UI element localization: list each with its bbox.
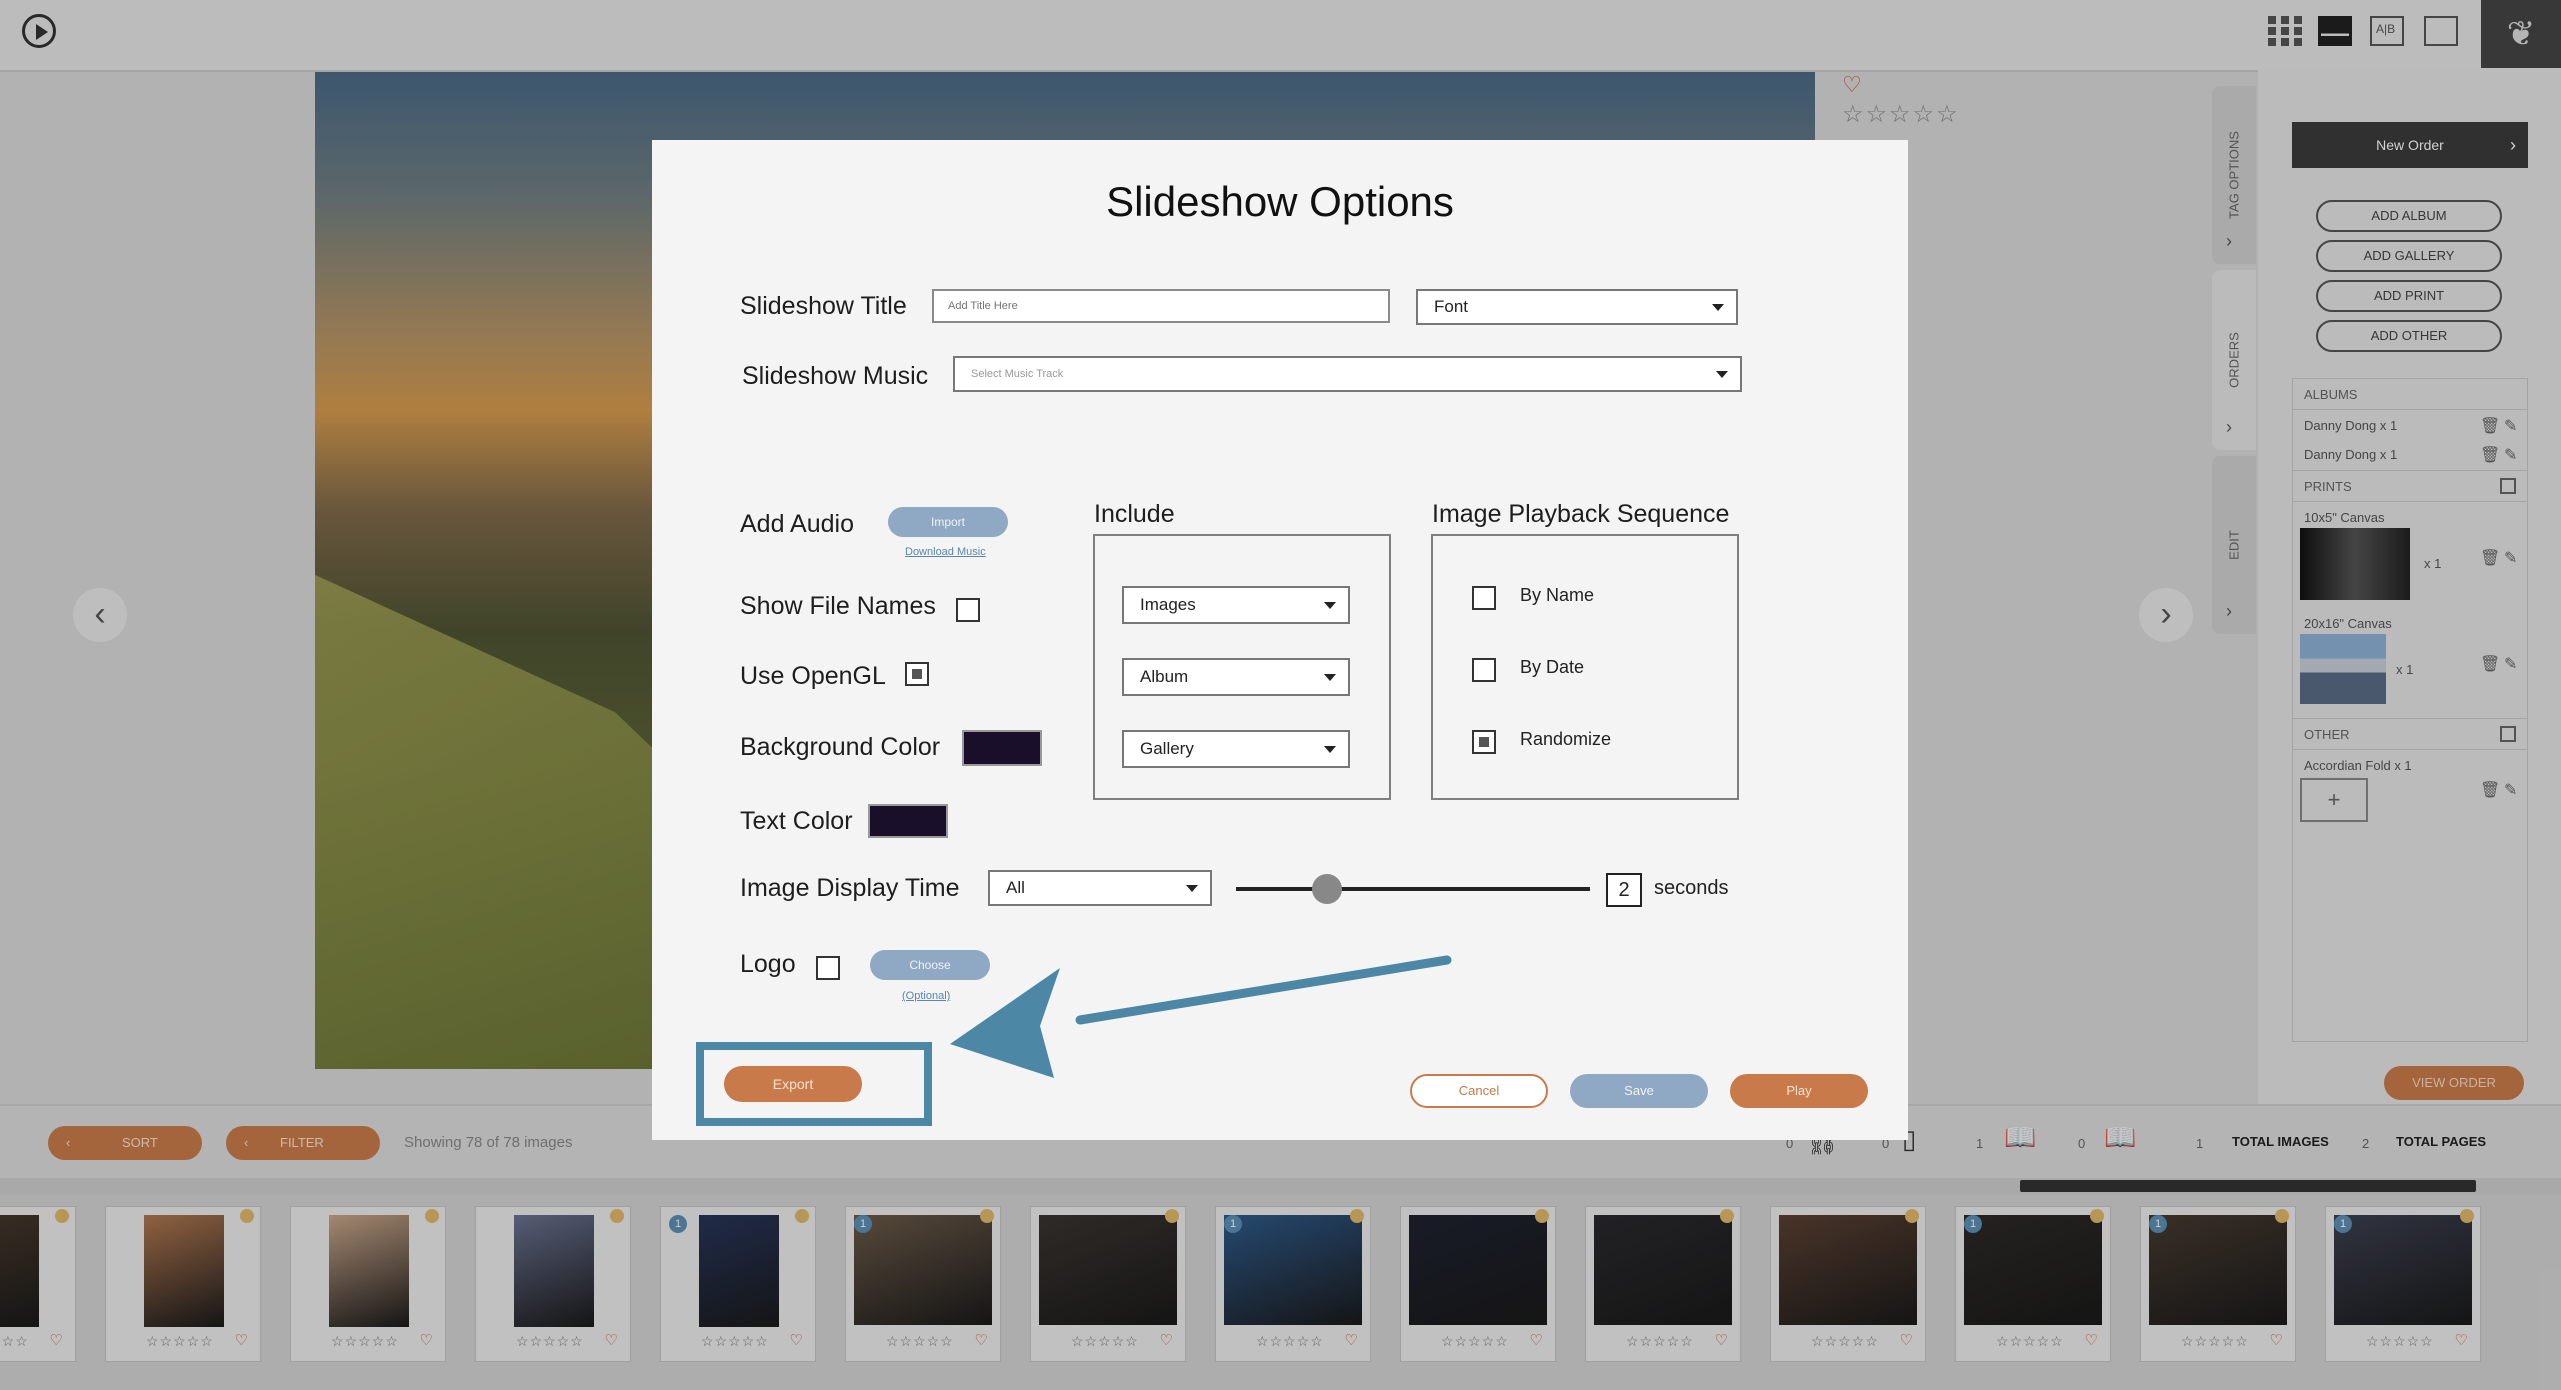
text-color-label: Text Color <box>740 807 853 835</box>
play-button[interactable]: Play <box>1730 1074 1868 1108</box>
include-gallery-select[interactable]: Gallery <box>1122 730 1350 768</box>
slideshow-music-label: Slideshow Music <box>742 362 929 390</box>
include-images-value: Images <box>1140 595 1196 614</box>
playback-sequence-label: Image Playback Sequence <box>1432 500 1730 528</box>
dialog-title: Slideshow Options <box>1106 178 1454 225</box>
caret-down-icon <box>1324 746 1336 753</box>
seconds-value-box[interactable]: 2 <box>1606 873 1642 907</box>
text-color-swatch[interactable] <box>868 804 948 838</box>
save-button[interactable]: Save <box>1570 1074 1708 1108</box>
randomize-checkbox[interactable] <box>1472 730 1496 754</box>
image-display-time-label: Image Display Time <box>740 874 960 902</box>
background-color-label: Background Color <box>740 733 941 761</box>
show-file-names-checkbox[interactable] <box>956 598 980 622</box>
include-label: Include <box>1094 500 1175 528</box>
caret-down-icon <box>1186 885 1198 892</box>
download-music-link[interactable]: Download Music <box>905 546 986 558</box>
by-date-checkbox[interactable] <box>1472 658 1496 682</box>
caret-down-icon <box>1324 602 1336 609</box>
display-time-slider-handle[interactable] <box>1312 874 1342 904</box>
logo-label: Logo <box>740 950 796 978</box>
display-time-select[interactable]: All <box>988 870 1212 906</box>
use-opengl-checkbox[interactable] <box>905 662 929 686</box>
logo-checkbox[interactable] <box>816 956 840 980</box>
include-images-select[interactable]: Images <box>1122 586 1350 624</box>
add-audio-label: Add Audio <box>740 510 854 538</box>
randomize-label: Randomize <box>1520 729 1612 749</box>
include-album-value: Album <box>1140 667 1189 686</box>
import-audio-button[interactable]: Import <box>888 507 1008 537</box>
by-date-label: By Date <box>1520 657 1585 677</box>
slideshow-title-label: Slideshow Title <box>740 292 907 320</box>
by-name-checkbox[interactable] <box>1472 586 1496 610</box>
display-time-slider-track[interactable] <box>1236 887 1590 891</box>
use-opengl-label: Use OpenGL <box>740 662 886 690</box>
include-album-select[interactable]: Album <box>1122 658 1350 696</box>
caret-down-icon <box>1716 371 1728 378</box>
font-select-value: Font <box>1434 297 1469 316</box>
caret-down-icon <box>1712 304 1724 311</box>
show-file-names-label: Show File Names <box>740 592 936 620</box>
by-name-label: By Name <box>1520 585 1595 605</box>
optional-link[interactable]: (Optional) <box>902 990 950 1002</box>
annotation-arrow-icon <box>950 955 1452 1078</box>
font-select[interactable]: Font <box>1416 289 1738 325</box>
slideshow-title-input[interactable] <box>932 289 1390 323</box>
display-time-value: All <box>1006 878 1025 897</box>
caret-down-icon <box>1324 674 1336 681</box>
background-color-swatch[interactable] <box>962 730 1042 766</box>
include-gallery-value: Gallery <box>1140 739 1194 758</box>
seconds-label: seconds <box>1654 877 1729 899</box>
export-button[interactable]: Export <box>724 1066 862 1102</box>
music-track-select[interactable]: Select Music Track <box>953 356 1742 392</box>
music-track-placeholder: Select Music Track <box>971 368 1064 380</box>
